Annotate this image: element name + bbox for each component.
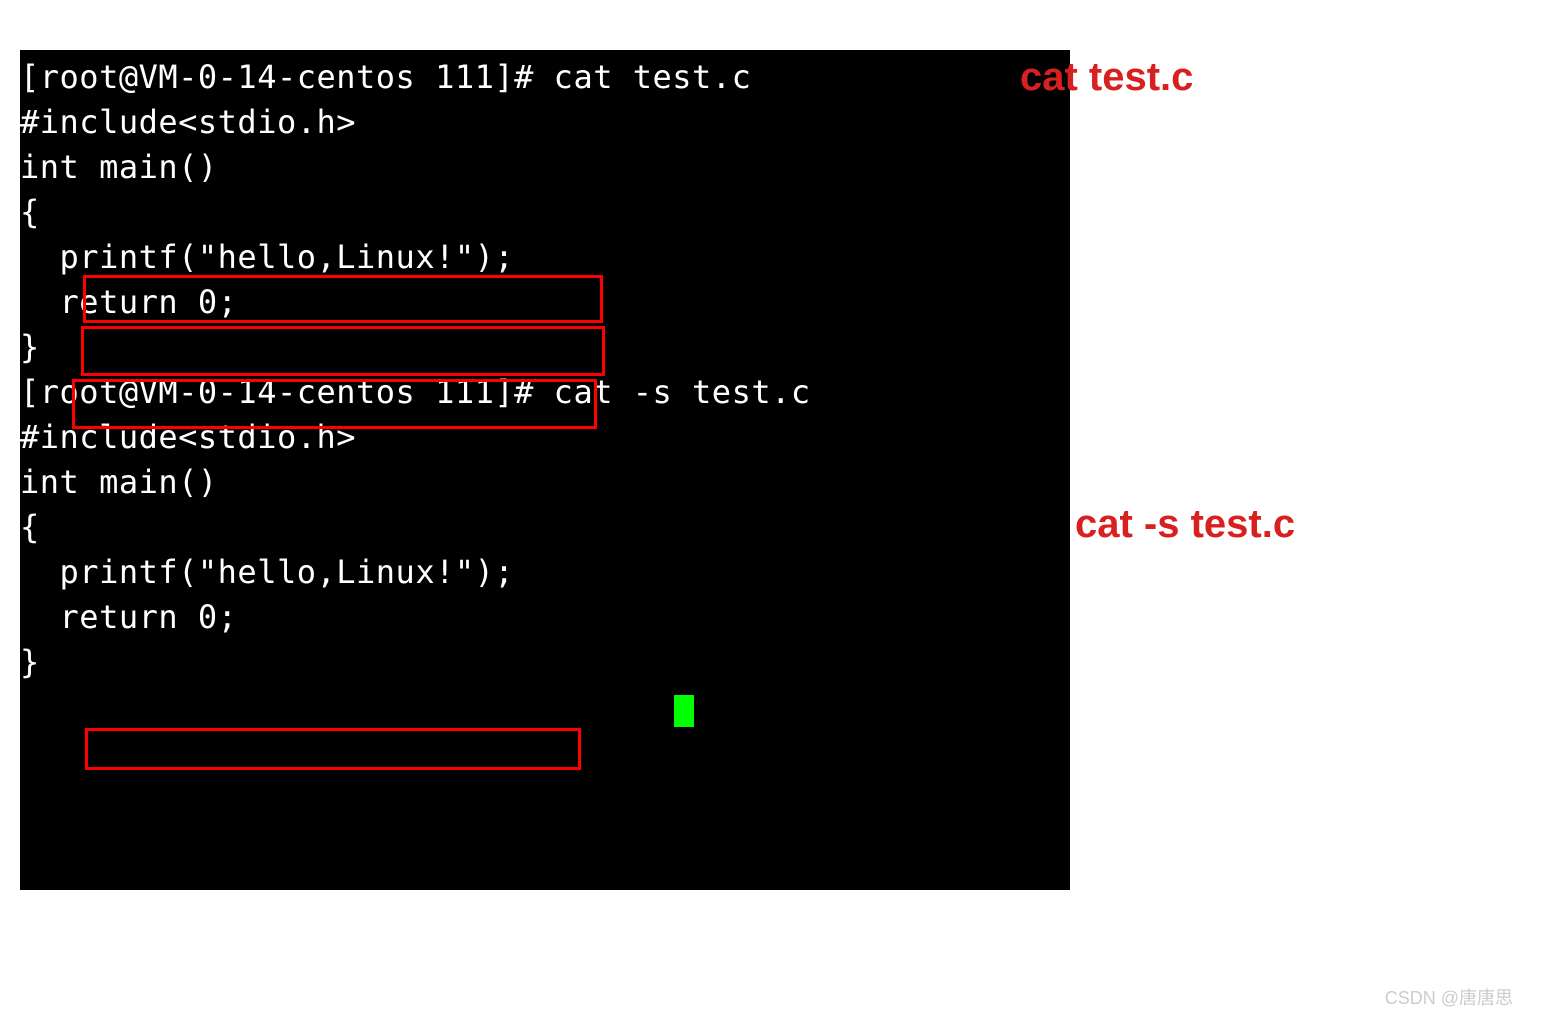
annotation-label-cat-s: cat -s test.c bbox=[1075, 502, 1295, 547]
terminal-output-line: printf("hello,Linux!"); bbox=[20, 235, 1070, 280]
terminal-cursor-line[interactable] bbox=[20, 687, 1070, 732]
highlight-box-blank-2 bbox=[81, 326, 605, 376]
terminal-output-line: { bbox=[20, 190, 1070, 235]
terminal-output-line: return 0; bbox=[20, 595, 1070, 640]
watermark-text: CSDN @唐唐思 bbox=[1385, 984, 1513, 1010]
terminal-output-line: } bbox=[20, 640, 1070, 685]
highlight-box-blank-1 bbox=[83, 275, 603, 323]
terminal-output-line: printf("hello,Linux!"); bbox=[20, 550, 1070, 595]
terminal-output-line: int main() bbox=[20, 145, 1070, 190]
highlight-box-blank-4 bbox=[85, 728, 581, 770]
terminal-prompt-line: [root@VM-0-14-centos 111]# cat test.c bbox=[20, 55, 1070, 100]
terminal-cursor[interactable] bbox=[674, 695, 694, 727]
terminal-output-line: { bbox=[20, 505, 1070, 550]
terminal-output-line: #include<stdio.h> bbox=[20, 100, 1070, 145]
terminal-output-line: int main() bbox=[20, 460, 1070, 505]
highlight-box-blank-3 bbox=[72, 379, 597, 429]
annotation-label-cat: cat test.c bbox=[1020, 55, 1193, 100]
